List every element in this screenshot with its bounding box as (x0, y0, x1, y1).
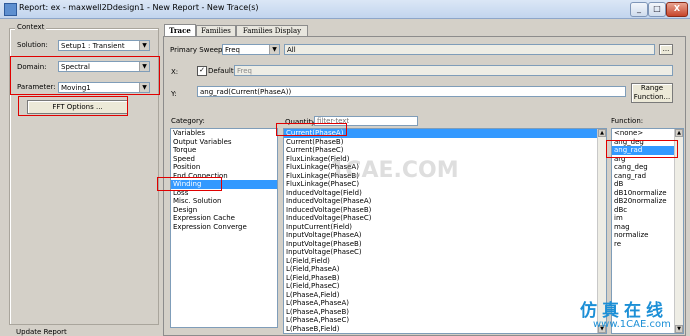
category-list-item[interactable]: Position (171, 163, 277, 172)
category-list-item[interactable]: Winding (171, 180, 277, 189)
function-list-item[interactable]: ang_rad (612, 146, 683, 155)
quantity-list-item[interactable]: L(PhaseA,PhaseA) (284, 299, 606, 308)
close-button[interactable]: X (666, 2, 688, 17)
chevron-down-icon: ▼ (139, 62, 149, 71)
solution-label: Solution: (17, 41, 48, 49)
quantity-list-item[interactable]: InducedVoltage(PhaseC) (284, 214, 606, 223)
function-list-item[interactable]: arg (612, 155, 683, 164)
app-icon (4, 3, 17, 16)
chevron-down-icon: ▼ (139, 41, 149, 50)
category-list[interactable]: Variables Output Variables Torque Speed Posi… (170, 128, 278, 328)
window-title: Report: ex - maxwell2Ddesign1 - New Repo… (19, 3, 259, 12)
primary-sweep-range: All (284, 44, 655, 55)
primary-sweep-value: Freq (225, 46, 240, 54)
parameter-label: Parameter: (17, 83, 56, 91)
parameter-select[interactable]: Moving1 ▼ (58, 82, 150, 93)
range-function-button[interactable]: Range Function... (631, 83, 673, 103)
quantity-list-item[interactable]: L(Field,PhaseC) (284, 282, 606, 291)
x-label: X: (171, 68, 179, 76)
y-label: Y: (171, 90, 177, 98)
quantity-list-item[interactable]: L(Field,Field) (284, 257, 606, 266)
domain-value: Spectral (61, 63, 90, 71)
function-list-item[interactable]: <none> (612, 129, 683, 138)
solution-select[interactable]: Setup1 : Transient ▼ (58, 40, 150, 51)
scroll-up-icon[interactable]: ▲ (598, 129, 606, 137)
function-list-item[interactable]: ang_deg (612, 138, 683, 147)
function-list-item[interactable]: mag (612, 223, 683, 232)
category-list-item[interactable]: Expression Converge (171, 223, 277, 232)
category-list-item[interactable]: Design (171, 206, 277, 215)
sweep-ellipsis-button[interactable]: ... (659, 44, 673, 55)
y-expression-field[interactable]: ang_rad(Current(PhaseA)) (197, 86, 626, 97)
quantity-filter-input[interactable] (314, 116, 419, 126)
function-list-item[interactable]: cang_deg (612, 163, 683, 172)
maximize-button[interactable]: □ (648, 2, 666, 17)
parameter-value: Moving1 (61, 84, 91, 92)
fft-options-button[interactable]: FFT Options ... (27, 100, 128, 114)
quantity-list-item[interactable]: InducedVoltage(PhaseA) (284, 197, 606, 206)
brand-logo-cn: 仿真在线 (580, 301, 668, 321)
quantity-list-item[interactable]: L(PhaseA,Field) (284, 291, 606, 300)
function-list-item[interactable]: im (612, 214, 683, 223)
function-list-item[interactable]: cang_rad (612, 172, 683, 181)
quantity-list-item[interactable]: Current(PhaseC) (284, 146, 606, 155)
quantity-list-item[interactable]: L(Field,PhaseB) (284, 274, 606, 283)
filter-text-input[interactable] (315, 117, 419, 125)
function-list-item[interactable]: re (612, 240, 683, 249)
category-list-item[interactable]: Speed (171, 155, 277, 164)
category-list-item[interactable]: Fnd Connection (171, 172, 277, 181)
quantity-list-item[interactable]: InputCurrent(Field) (284, 223, 606, 232)
function-list-item[interactable]: dB20normalize (612, 197, 683, 206)
scroll-down-icon[interactable]: ▼ (675, 325, 683, 333)
chevron-down-icon: ▼ (269, 45, 279, 54)
context-group-label: Context (15, 23, 47, 31)
primary-sweep-label: Primary Sweep: (170, 46, 225, 54)
default-checkbox[interactable]: ✓ (197, 66, 207, 76)
function-list-item[interactable]: dBc (612, 206, 683, 215)
x-expression-field[interactable]: Freq (234, 65, 673, 76)
quantity-list-item[interactable]: InducedVoltage(Field) (284, 189, 606, 198)
function-label: Function: (611, 117, 644, 125)
quantity-list-item[interactable]: InputVoltage(PhaseB) (284, 240, 606, 249)
watermark-text: 1CAE.COM (330, 158, 459, 183)
quantity-list-item[interactable]: InducedVoltage(PhaseB) (284, 206, 606, 215)
quantity-list-item[interactable]: InputVoltage(PhaseC) (284, 248, 606, 257)
category-label: Category: (171, 117, 205, 125)
category-list-item[interactable]: Variables (171, 129, 277, 138)
quantity-list-item[interactable]: Current(PhaseB) (284, 138, 606, 147)
quantity-list-item[interactable]: L(PhaseA,PhaseC) (284, 316, 606, 325)
quantity-label: Quantity: (285, 118, 318, 126)
category-list-item[interactable]: Torque (171, 146, 277, 155)
brand-logo-en: www.1CAE.com (593, 319, 671, 330)
function-list-item[interactable]: dB (612, 180, 683, 189)
quantity-list-item[interactable]: InputVoltage(PhaseA) (284, 231, 606, 240)
context-group (9, 28, 159, 325)
function-list-item[interactable]: dB10normalize (612, 189, 683, 198)
quantity-list-item[interactable]: Current(PhaseA) (284, 129, 606, 138)
quantity-list-item[interactable]: L(PhaseA,PhaseB) (284, 308, 606, 317)
category-list-item[interactable]: Misc. Solution (171, 197, 277, 206)
category-list-item[interactable]: Loss (171, 189, 277, 198)
function-scrollbar[interactable]: ▲ ▼ (674, 129, 683, 333)
solution-value: Setup1 : Transient (61, 42, 125, 50)
domain-select[interactable]: Spectral ▼ (58, 61, 150, 72)
minimize-button[interactable]: _ (630, 2, 648, 17)
quantity-list-item[interactable]: L(PhaseB,Field) (284, 325, 606, 334)
category-list-item[interactable]: Expression Cache (171, 214, 277, 223)
function-list-item[interactable]: normalize (612, 231, 683, 240)
primary-sweep-select[interactable]: Freq ▼ (222, 44, 280, 55)
update-report-label: Update Report (14, 328, 69, 336)
chevron-down-icon: ▼ (139, 83, 149, 92)
default-label: Default (208, 67, 234, 75)
category-list-item[interactable]: Output Variables (171, 138, 277, 147)
domain-label: Domain: (17, 63, 47, 71)
quantity-list-item[interactable]: L(Field,PhaseA) (284, 265, 606, 274)
scroll-up-icon[interactable]: ▲ (675, 129, 683, 137)
title-bar: Report: ex - maxwell2Ddesign1 - New Repo… (0, 0, 690, 19)
